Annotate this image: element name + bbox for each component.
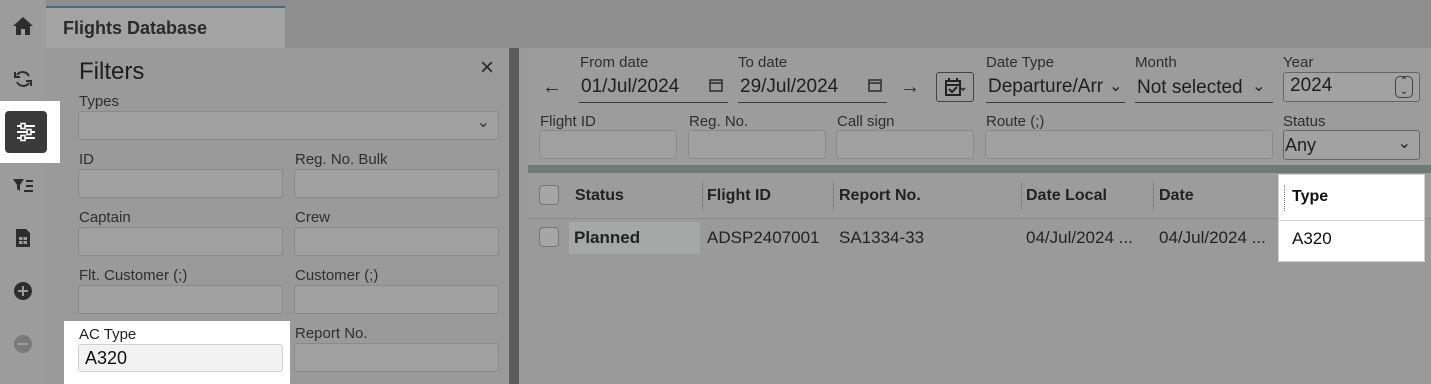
grid-separator <box>528 165 1431 173</box>
customer-label: Customer (;) <box>295 267 379 284</box>
calendar-icon[interactable] <box>709 78 723 97</box>
sliders-icon[interactable] <box>5 111 47 153</box>
column-type[interactable]: Type <box>1292 188 1328 206</box>
status-label: Status <box>1283 113 1326 130</box>
column-separator[interactable] <box>1021 183 1022 209</box>
column-flight-id[interactable]: Flight ID <box>707 187 771 205</box>
stepper-icon[interactable]: ⌃ ⌄ <box>1395 76 1413 98</box>
year-value: 2024 <box>1290 75 1333 96</box>
captain-label: Captain <box>79 209 131 226</box>
column-separator[interactable] <box>1284 185 1285 211</box>
to-date-label: To date <box>738 54 788 71</box>
from-date-label: From date <box>580 54 649 71</box>
status-cell: Planned <box>569 222 700 254</box>
ac-type-label: AC Type <box>79 326 137 343</box>
flight-id-field[interactable] <box>539 130 677 159</box>
date-cell: 04/Jul/2024 ... <box>1159 228 1266 247</box>
column-separator[interactable] <box>833 183 834 209</box>
select-all-checkbox[interactable] <box>539 185 559 205</box>
filter-list-icon[interactable] <box>0 166 46 206</box>
reg-no-field[interactable] <box>688 130 826 159</box>
types-label: Types <box>79 93 120 110</box>
type-column-highlight: Type A320 <box>1278 174 1425 262</box>
customer-field[interactable] <box>294 285 499 314</box>
report-no-label: Report No. <box>295 325 368 342</box>
add-circle-icon[interactable] <box>0 271 46 311</box>
date-local-cell: 04/Jul/2024 ... <box>1026 228 1133 247</box>
tab-bar: Flights Database <box>46 0 1431 48</box>
reg-bulk-label: Reg. No. Bulk <box>295 151 388 168</box>
status-select[interactable]: Any ⌄ <box>1283 130 1420 160</box>
reg-bulk-field[interactable] <box>294 169 499 198</box>
calendar-check-icon[interactable] <box>936 72 974 102</box>
flt-customer-label: Flt. Customer (;) <box>79 267 188 284</box>
chevron-down-icon[interactable]: ⌄ <box>1109 76 1122 96</box>
ac-type-highlight: AC Type A320 <box>64 321 290 384</box>
close-icon[interactable]: × <box>480 56 494 80</box>
captain-field[interactable] <box>78 227 283 256</box>
to-date-input[interactable]: 29/Jul/2024 <box>740 76 838 98</box>
flight-id-label: Flight ID <box>540 113 596 130</box>
remove-circle-icon[interactable] <box>0 324 46 364</box>
panel-divider[interactable] <box>509 48 519 384</box>
id-label: ID <box>79 151 94 168</box>
from-date-input[interactable]: 01/Jul/2024 <box>581 76 679 98</box>
column-separator[interactable] <box>1153 183 1154 209</box>
route-field[interactable] <box>985 130 1273 159</box>
chevron-down-icon[interactable]: ⌄ <box>1252 76 1265 96</box>
crew-field[interactable] <box>294 227 499 256</box>
ac-type-field[interactable]: A320 <box>78 344 283 372</box>
column-date-local[interactable]: Date Local <box>1026 187 1107 205</box>
call-sign-field[interactable] <box>836 130 974 159</box>
spreadsheet-icon[interactable] <box>0 218 46 258</box>
filters-title: Filters <box>79 58 145 85</box>
month-label: Month <box>1135 54 1177 71</box>
report-no-field[interactable] <box>294 343 499 372</box>
back-arrow-icon[interactable]: ← <box>542 76 562 99</box>
reg-no-label: Reg. No. <box>689 113 749 130</box>
calendar-icon[interactable] <box>868 78 882 97</box>
status-value: Any <box>1285 135 1317 155</box>
filters-toggle-highlight <box>0 101 60 163</box>
date-type-underline <box>986 102 1125 103</box>
from-date-underline <box>579 102 728 103</box>
header-divider <box>1279 220 1424 221</box>
id-field[interactable] <box>78 169 283 198</box>
column-separator[interactable] <box>702 183 703 209</box>
date-type-select[interactable]: Departure/Arr <box>988 76 1112 98</box>
tab-flights-database[interactable]: Flights Database <box>46 6 285 48</box>
year-stepper[interactable]: 2024 ⌃ ⌄ <box>1283 72 1420 102</box>
month-underline <box>1135 102 1273 103</box>
call-sign-label: Call sign <box>837 113 895 130</box>
report-no-cell: SA1334-33 <box>839 228 925 247</box>
refresh-icon[interactable] <box>0 59 46 99</box>
icon-rail <box>0 0 46 384</box>
home-icon[interactable] <box>0 6 46 46</box>
types-select[interactable] <box>78 111 499 140</box>
column-report-no[interactable]: Report No. <box>839 187 921 205</box>
route-label: Route (;) <box>986 113 1045 130</box>
forward-arrow-icon[interactable]: → <box>900 76 920 99</box>
crew-label: Crew <box>295 209 331 226</box>
search-filters: ← From date 01/Jul/2024 To date 29/Jul/2… <box>528 48 1431 165</box>
type-cell: A320 <box>1292 229 1332 248</box>
date-type-label: Date Type <box>986 54 1055 71</box>
flt-customer-field[interactable] <box>78 285 283 314</box>
month-select[interactable]: Not selected <box>1137 77 1243 99</box>
flight-id-cell: ADSP2407001 <box>707 228 820 247</box>
row-checkbox[interactable] <box>539 227 559 247</box>
column-date[interactable]: Date <box>1159 187 1194 205</box>
column-status[interactable]: Status <box>575 187 624 205</box>
chevron-down-icon: ⌄ <box>1397 135 1411 152</box>
to-date-underline <box>738 102 887 103</box>
year-label: Year <box>1283 54 1314 71</box>
